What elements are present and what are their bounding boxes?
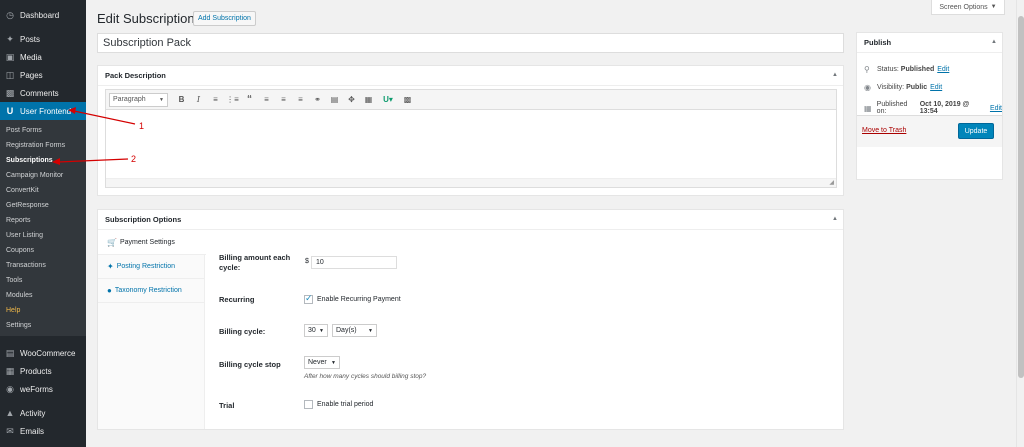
annotation-overlay [52,107,136,165]
annotation-arrowhead-2 [52,158,60,165]
annotation-label-1: 1 [139,121,145,131]
annotation-arrow-1 [73,110,136,125]
annotation-label-2: 2 [131,154,137,164]
annotation-arrow-2 [57,158,129,163]
annotation-arrowhead-1 [68,107,76,114]
